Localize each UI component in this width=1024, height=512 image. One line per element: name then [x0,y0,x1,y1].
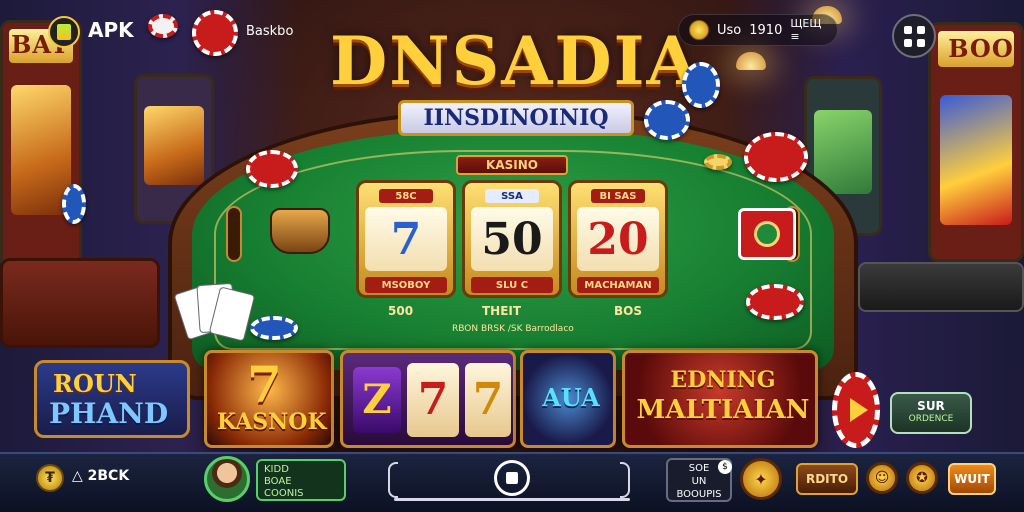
spin-button[interactable]: ✦ [740,458,782,500]
status-value: 1910 [749,22,783,38]
right-arcade-marquee-text: BOO [948,34,1014,63]
currency-icon: ₮ [36,464,64,492]
right-control-desk [858,262,1024,312]
left-arcade-machine: BAY [0,20,82,270]
title-ribbon: IINSDINOINIQ [398,100,634,136]
tile4-line-1: EDNING [670,367,776,393]
left-side-table [0,258,160,348]
table-chip-icon [746,284,804,320]
user-line-1: KIDD [264,464,289,475]
rdito-button[interactable]: RDITO [796,463,858,495]
right-arcade-marquee: BOO [938,31,1014,67]
info-badge-icon: $ [718,460,732,474]
banner-line-1: ROUN [53,369,137,398]
game-title: DNSADIA [330,22,700,100]
felt-footer: RBON BRSK /SK Barrodlaco [452,324,574,334]
status-right-text: ЩЕЩ ≡ [790,17,822,43]
tile1-text: KASNOK [217,409,327,435]
game-tile-edning[interactable]: EDNING MALTIAIAN [622,350,818,448]
round-phand-tile[interactable]: ROUN PHAND [34,360,190,438]
user-line-2: BOAE [264,476,292,487]
reel-label: MSOBOY [365,277,447,293]
tile4-line-2: MALTIAIAN [636,395,810,425]
reel-label: MACHAMAN [577,277,659,293]
right-arcade-screen [940,95,1012,225]
slot-reel: 58C 7 MSOBOY [356,180,456,298]
reel-symbol: 7 [365,207,447,271]
gold-lock-button[interactable]: ✪ [906,462,938,494]
play-chip-button[interactable] [832,372,880,448]
slot-reel: SSA 50 SLU C [462,180,562,298]
game-tile-kasnok[interactable]: 7 KASNOK [204,350,334,448]
apk-label: APK [88,18,134,42]
left-dial [226,206,242,262]
table-chip-icon [744,132,808,182]
info-line-2: UN [691,476,707,487]
side-action-button[interactable]: SUR ORDENCE [890,392,972,434]
menu-button[interactable] [892,14,936,58]
back-arcade-screen [144,105,204,185]
reel-tag: SSA [485,189,539,203]
floating-chip-icon [148,14,178,38]
table-chip-icon [250,316,298,340]
player-avatar[interactable] [204,456,250,502]
bottom-left-count-value: 2BCK [87,468,130,484]
reel-symbol: 50 [471,207,553,271]
side-btn-sub: ORDENCE [908,414,954,424]
table-chip-icon [682,62,720,108]
game-tile-reels[interactable]: Z 7 7 [340,350,516,448]
reel-tag: BI SAS [591,189,645,203]
wuit-button[interactable]: WUIT [948,463,996,495]
table-chip-icon [62,184,86,224]
table-chip-icon [644,100,690,140]
grid-dot-icon [903,25,912,34]
roulette-icon [754,221,780,247]
reel-tag: 58C [379,189,433,203]
info-line-3: BOOUPIS [676,489,722,500]
grid-dot-icon [903,38,912,47]
right-arcade-machine: BOO [928,22,1024,262]
playing-cards [173,282,256,342]
slot-reel: BI SAS 20 MACHAMAN [568,180,668,298]
user-line-3: COONIS [264,488,304,499]
tile2-reel-2: 7 [407,363,459,437]
felt-bottom-right: BOS [614,304,642,318]
gold-coin-button[interactable]: ☺ [866,462,898,494]
apk-app-icon[interactable] [48,16,80,48]
grid-dot-icon [916,25,925,34]
tile2-reel-3: 7 [465,363,511,437]
apk-logo-icon [57,24,71,40]
stop-icon [506,472,518,484]
reel-symbol: 20 [577,207,659,271]
felt-bottom-left: 500 [388,304,414,318]
play-icon [849,398,868,422]
felt-bottom-mid: THEIT [482,304,522,318]
nav-bar-line [394,498,630,501]
kasino-plate: KASINO [456,155,568,175]
tile1-symbol: 7 [247,355,282,414]
user-info-box[interactable]: KIDD BOAE COONIS [256,459,346,501]
floating-chip-icon [192,10,238,56]
status-left-text: Uso [717,22,742,38]
tile3-text: AUA [542,383,600,412]
reel-label: SLU C [471,277,553,293]
game-tile-aua[interactable]: AUA [520,350,616,448]
roulette-box [738,208,796,260]
gold-chip-bowl [270,208,330,254]
nav-right-bracket [620,462,630,498]
home-button[interactable] [494,460,530,496]
nav-left-bracket [388,462,398,498]
grid-dot-icon [916,38,925,47]
table-chip-icon [704,154,732,170]
side-btn-main: SUR [917,399,945,413]
bottom-left-count: △ 2BCK [72,468,130,484]
banner-line-2: PHAND [49,397,169,430]
tile2-reel-1: Z [353,367,401,433]
top-link[interactable]: Baskbo [246,24,293,39]
table-chip-icon [246,150,298,188]
status-pill: Uso 1910 ЩЕЩ ≡ [678,14,838,46]
